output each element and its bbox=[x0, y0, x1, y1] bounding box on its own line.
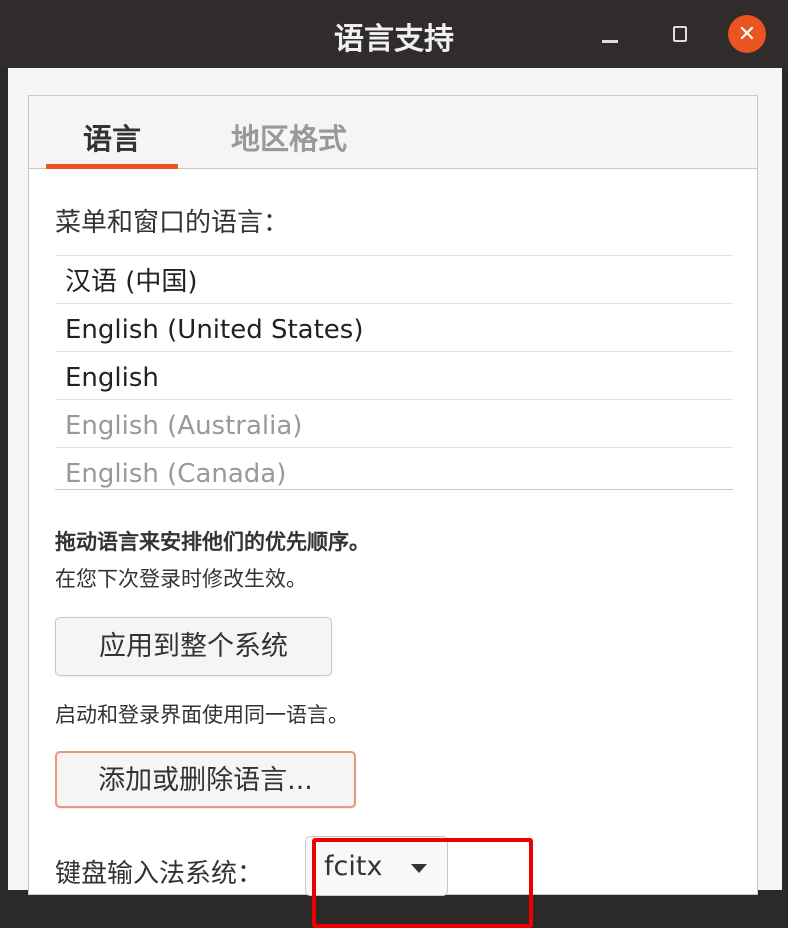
login-hint: 在您下次登录时修改生效。 bbox=[55, 567, 307, 591]
list-item[interactable]: English (United States) bbox=[55, 304, 733, 352]
input-method-label: 键盘输入法系统： bbox=[55, 859, 264, 889]
list-item[interactable]: English (Australia) bbox=[55, 400, 733, 448]
close-button[interactable]: ✕ bbox=[728, 15, 766, 53]
tab-language[interactable]: 语言 bbox=[83, 116, 141, 158]
minimize-icon bbox=[602, 39, 618, 43]
list-item[interactable]: English bbox=[55, 352, 733, 400]
language-list-label: 菜单和窗口的语言： bbox=[55, 208, 290, 238]
minimize-button[interactable] bbox=[592, 16, 628, 52]
window-body: 语言 地区格式 菜单和窗口的语言： 汉语 (中国) English (Unite… bbox=[8, 68, 782, 928]
highlight-box bbox=[312, 838, 533, 928]
language-list[interactable]: 汉语 (中国) English (United States) English … bbox=[55, 255, 733, 490]
apply-system-wide-button[interactable]: 应用到整个系统 bbox=[55, 617, 332, 676]
title-bar: 语言支持 ✕ bbox=[0, 0, 788, 68]
tab-regional-formats[interactable]: 地区格式 bbox=[231, 116, 347, 158]
notebook: 语言 地区格式 菜单和窗口的语言： 汉语 (中国) English (Unite… bbox=[28, 95, 758, 928]
drag-hint: 拖动语言来安排他们的优先顺序。 bbox=[55, 530, 370, 554]
list-item[interactable]: English (Canada) bbox=[55, 448, 733, 489]
list-item[interactable]: 汉语 (中国) bbox=[55, 256, 733, 304]
maximize-icon bbox=[673, 26, 687, 42]
tab-bar: 语言 地区格式 bbox=[29, 96, 757, 169]
apply-hint: 启动和登录界面使用同一语言。 bbox=[55, 703, 349, 727]
active-tab-indicator bbox=[46, 164, 178, 169]
close-icon: ✕ bbox=[737, 21, 757, 47]
maximize-button[interactable] bbox=[662, 16, 698, 52]
add-remove-languages-button[interactable]: 添加或删除语言... bbox=[55, 751, 356, 808]
